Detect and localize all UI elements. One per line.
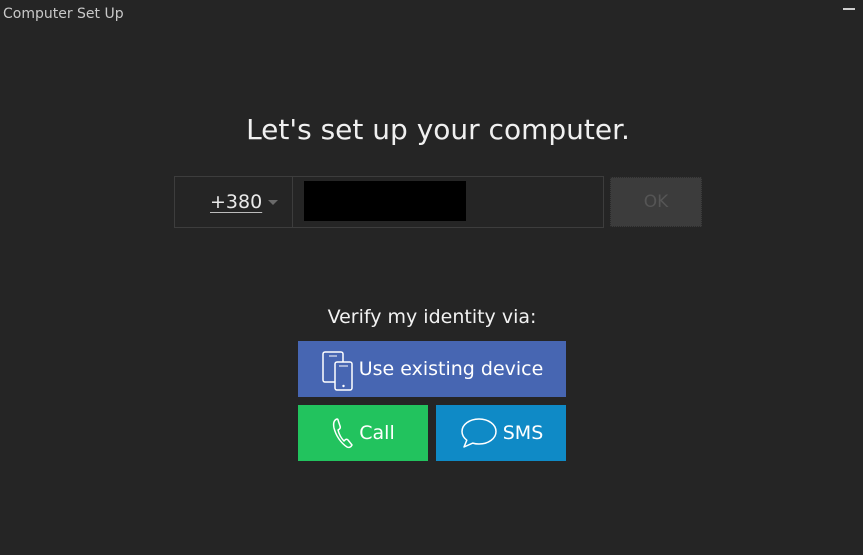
chat-bubble-icon (459, 416, 499, 450)
setup-window: Computer Set Up Let's set up your comput… (0, 0, 863, 555)
use-existing-device-button[interactable]: Use existing device (298, 341, 566, 397)
chevron-down-icon (268, 200, 278, 205)
call-label: Call (359, 422, 395, 444)
sms-label: SMS (502, 422, 544, 444)
window-title: Computer Set Up (3, 6, 124, 22)
devices-icon (321, 347, 355, 391)
phone-icon (331, 417, 355, 449)
ok-button[interactable]: OK (610, 177, 702, 227)
verify-identity-label: Verify my identity via: (327, 306, 537, 328)
minimize-icon[interactable] (843, 8, 855, 10)
country-code-selector[interactable]: +380 (175, 177, 293, 227)
sms-button[interactable]: SMS (436, 405, 566, 461)
page-heading: Let's set up your computer. (246, 113, 630, 146)
use-existing-device-label: Use existing device (358, 358, 544, 380)
country-code-value: +380 (210, 191, 263, 213)
phone-number-field-group: +380 (174, 176, 604, 228)
phone-number-input[interactable] (294, 177, 603, 227)
call-button[interactable]: Call (298, 405, 428, 461)
